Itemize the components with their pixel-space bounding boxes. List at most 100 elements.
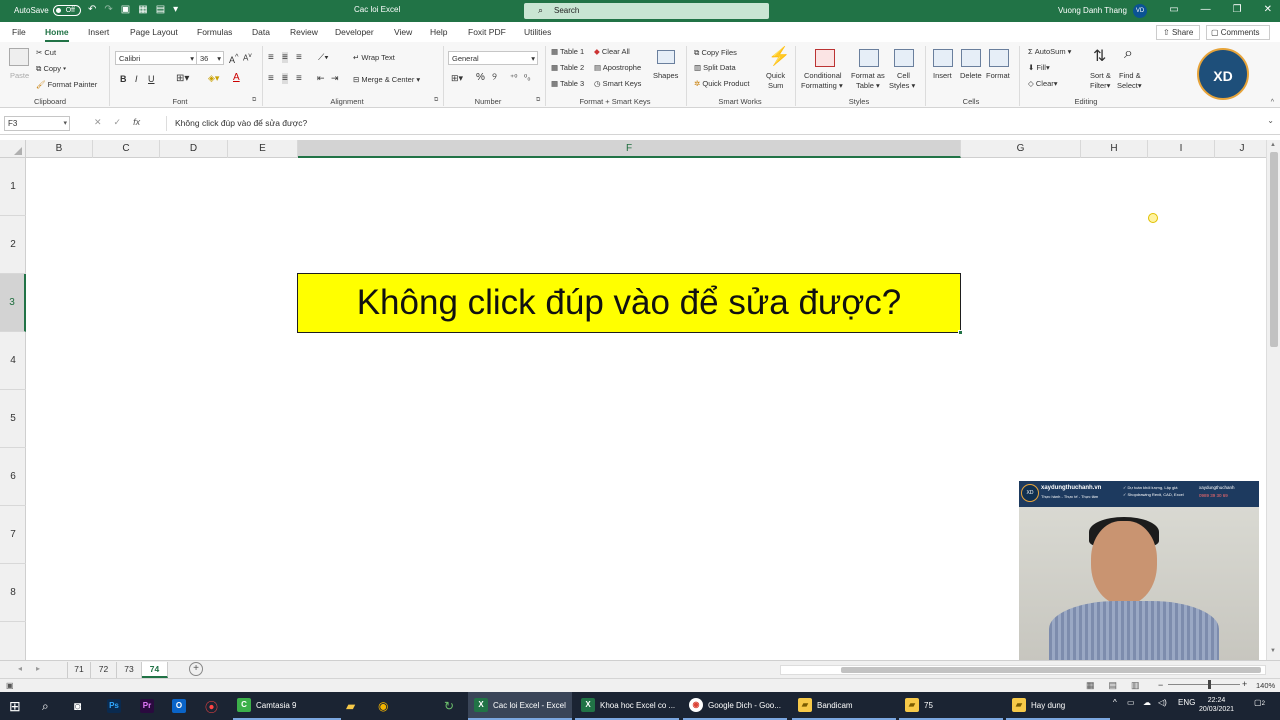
- file-explorer-icon[interactable]: ▰: [346, 692, 355, 720]
- column-header-g[interactable]: G: [961, 140, 1081, 158]
- italic-button[interactable]: I: [135, 74, 138, 84]
- system-clock[interactable]: 22:24 20/03/2021: [1199, 696, 1234, 714]
- decrease-decimal-icon[interactable]: ⁰₀: [524, 73, 531, 82]
- format-as-table-label-2[interactable]: Table ▾: [856, 81, 880, 90]
- copy-files-button[interactable]: ⧉ Copy Files: [694, 48, 737, 58]
- taskbar-google-dich[interactable]: ◉ Google Dich - Goo...: [683, 692, 787, 720]
- tab-utilities[interactable]: Utilities: [524, 27, 551, 37]
- tab-page-layout[interactable]: Page Layout: [130, 27, 178, 37]
- orientation-icon[interactable]: ⟋▾: [318, 52, 329, 63]
- increase-decimal-icon[interactable]: ⁺⁰: [510, 73, 517, 82]
- autosave[interactable]: AutoSave Off: [14, 5, 81, 16]
- zoom-out-icon[interactable]: −: [1158, 680, 1163, 690]
- conditional-formatting-label-2[interactable]: Formatting ▾: [801, 81, 843, 90]
- select-all-button[interactable]: [0, 140, 26, 158]
- column-header-f[interactable]: F: [298, 140, 961, 158]
- format-cells-icon[interactable]: [989, 49, 1009, 67]
- camera-app-icon[interactable]: ◙: [74, 692, 81, 720]
- network-icon[interactable]: ▭: [1127, 698, 1135, 707]
- save-icon[interactable]: ▤: [156, 4, 165, 15]
- tab-help[interactable]: Help: [430, 27, 447, 37]
- column-header-j[interactable]: J: [1215, 140, 1270, 158]
- insert-function-icon[interactable]: fx: [133, 117, 140, 128]
- name-box[interactable]: F3 ▾: [4, 116, 70, 131]
- outlook-icon[interactable]: O: [172, 692, 191, 720]
- tab-review[interactable]: Review: [290, 27, 318, 37]
- font-size-dropdown[interactable]: 36 ▾: [196, 51, 224, 65]
- fill-button[interactable]: ⬇ Fill▾: [1028, 63, 1050, 72]
- insert-cells-icon[interactable]: [933, 49, 953, 67]
- redo-icon[interactable]: ↷: [104, 4, 112, 15]
- percent-icon[interactable]: %: [476, 72, 485, 83]
- dialog-launcher-icon[interactable]: ⧉: [434, 97, 438, 104]
- normal-view-icon[interactable]: ▦: [1086, 680, 1095, 691]
- sheet-tab-74[interactable]: 74: [142, 662, 168, 678]
- increase-indent-icon[interactable]: ⇥: [331, 73, 339, 84]
- zoom-level[interactable]: 140%: [1256, 681, 1275, 690]
- customize-qat-icon[interactable]: ▾: [173, 4, 178, 15]
- row-header-6[interactable]: 6: [0, 448, 26, 506]
- vertical-scrollbar[interactable]: ▲ ▼: [1266, 140, 1280, 660]
- taskbar-excel-cac-loi[interactable]: X Cac loi Excel - Excel: [468, 692, 572, 720]
- conditional-formatting-icon[interactable]: [815, 49, 835, 67]
- language-indicator[interactable]: ENG: [1178, 698, 1195, 707]
- row-header-8[interactable]: 8: [0, 564, 26, 622]
- next-sheet-icon[interactable]: ▸: [36, 664, 40, 673]
- sheet-tab-71[interactable]: 71: [67, 662, 91, 678]
- font-color-icon[interactable]: A: [233, 72, 240, 83]
- minimize-icon[interactable]: —: [1201, 4, 1211, 15]
- fill-handle[interactable]: [958, 330, 963, 335]
- tab-developer[interactable]: Developer: [335, 27, 374, 37]
- quick-sum-label-1[interactable]: Quick: [766, 71, 785, 80]
- horizontal-scroll-thumb[interactable]: [841, 667, 1261, 673]
- find-select-label-2[interactable]: Select▾: [1117, 81, 1142, 90]
- tab-file[interactable]: File: [12, 27, 26, 37]
- page-break-view-icon[interactable]: ▥: [1131, 680, 1140, 691]
- ribbon-display-icon[interactable]: ▭: [1169, 4, 1178, 15]
- column-header-e[interactable]: E: [228, 140, 298, 158]
- row-header-7[interactable]: 7: [0, 506, 26, 564]
- restore-icon[interactable]: ❐: [1233, 4, 1242, 15]
- font-name-dropdown[interactable]: Calibri ▾: [115, 51, 197, 65]
- cell-styles-label-2[interactable]: Styles ▾: [889, 81, 915, 90]
- column-header-b[interactable]: B: [26, 140, 93, 158]
- sort-filter-icon[interactable]: ⇅: [1093, 46, 1106, 66]
- tray-chevron-icon[interactable]: ^: [1113, 698, 1117, 707]
- tab-data[interactable]: Data: [252, 27, 270, 37]
- wrap-text-button[interactable]: ↵ Wrap Text: [353, 53, 395, 62]
- windows-start-icon[interactable]: ⊞: [9, 692, 21, 720]
- scroll-down-icon[interactable]: ▼: [1270, 648, 1276, 654]
- borders-icon[interactable]: ⊞▾: [176, 73, 189, 84]
- cell-styles-icon[interactable]: [894, 49, 914, 67]
- cancel-icon[interactable]: ✕: [94, 117, 102, 128]
- dialog-launcher-icon[interactable]: ⧉: [536, 97, 540, 104]
- apostrophe-button[interactable]: ▤ Apostrophe: [594, 63, 641, 72]
- tab-foxit-pdf[interactable]: Foxit PDF: [468, 27, 506, 37]
- row-header-3[interactable]: 3: [0, 274, 26, 332]
- add-sheet-icon[interactable]: +: [189, 662, 203, 676]
- zoom-in-icon[interactable]: +: [1242, 679, 1247, 689]
- number-format-dropdown[interactable]: General ▾: [448, 51, 538, 65]
- tab-view[interactable]: View: [394, 27, 412, 37]
- underline-button[interactable]: U: [148, 74, 155, 84]
- delete-cells-icon[interactable]: [961, 49, 981, 67]
- grid-icon[interactable]: ▦: [138, 4, 147, 15]
- cell-styles-label-1[interactable]: Cell: [897, 71, 910, 80]
- shrink-font-icon[interactable]: Av: [243, 52, 252, 63]
- comments-button[interactable]: ▢ Comments: [1206, 25, 1270, 40]
- copy-button[interactable]: ⧉ Copy ▾: [36, 64, 66, 74]
- find-select-icon[interactable]: ⌕: [1124, 45, 1133, 63]
- smart-keys-button[interactable]: ◷ Smart Keys: [594, 79, 641, 88]
- close-icon[interactable]: ✕: [1264, 4, 1272, 15]
- premiere-icon[interactable]: Pr: [140, 692, 159, 720]
- page-layout-view-icon[interactable]: ▤: [1109, 680, 1118, 691]
- column-header-c[interactable]: C: [93, 140, 160, 158]
- tab-insert[interactable]: Insert: [88, 27, 109, 37]
- notification-center[interactable]: ▢2: [1254, 698, 1265, 707]
- table2-button[interactable]: ▦ Table 2: [551, 63, 584, 72]
- decrease-indent-icon[interactable]: ⇤: [317, 73, 325, 84]
- taskbar-excel-khoa-hoc[interactable]: X Khoa hoc Excel co ...: [575, 692, 679, 720]
- fill-color-icon[interactable]: ◈▾: [208, 73, 219, 84]
- collapse-ribbon-icon[interactable]: ^: [1271, 99, 1274, 106]
- align-top-icon[interactable]: ≡: [268, 52, 274, 63]
